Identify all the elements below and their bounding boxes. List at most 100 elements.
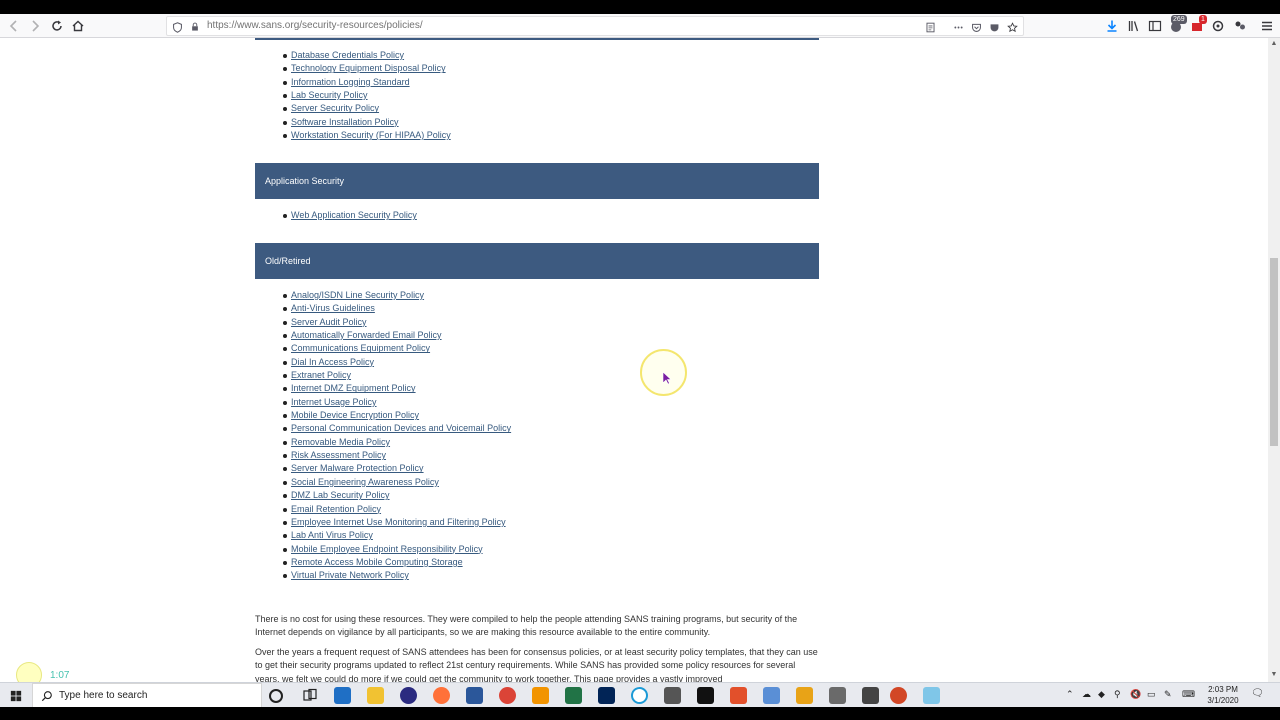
- clock-time[interactable]: 2:03 PM: [1203, 685, 1243, 694]
- volume-muted-icon[interactable]: 🔇: [1130, 689, 1141, 700]
- policy-link[interactable]: Email Retention Policy: [291, 504, 381, 514]
- windows-taskbar: Type here to search ⌃ ☁ ◆ ⚲ 🔇 ▭ ✎ ⌨ 2:03: [0, 682, 1280, 708]
- taskbar-app-icon-10[interactable]: [923, 687, 940, 704]
- tray-expand-icon[interactable]: ⌃: [1066, 689, 1074, 700]
- list-item: DMZ Lab Security Policy: [282, 489, 511, 502]
- recorder-time: 1:07: [50, 670, 70, 681]
- policy-link[interactable]: Information Logging Standard: [291, 77, 410, 87]
- policy-link[interactable]: Extranet Policy: [291, 370, 351, 380]
- mouse-cursor-icon: [662, 371, 672, 385]
- policy-link[interactable]: Lab Anti Virus Policy: [291, 530, 373, 540]
- powerpoint-icon[interactable]: [890, 687, 907, 704]
- policy-link[interactable]: Software Installation Policy: [291, 117, 399, 127]
- taskbar-app-icon-4[interactable]: [664, 687, 681, 704]
- pocket-save-icon[interactable]: [987, 20, 1001, 34]
- list-item: Analog/ISDN Line Security Policy: [282, 289, 511, 302]
- network-icon[interactable]: ▭: [1147, 689, 1156, 700]
- sidebar-icon[interactable]: [1145, 16, 1165, 36]
- extension-people-icon[interactable]: [1230, 16, 1250, 36]
- pen-icon[interactable]: ✎: [1164, 689, 1172, 700]
- page-actions-icon[interactable]: [951, 20, 965, 34]
- notifications-icon[interactable]: 🗨: [1251, 688, 1264, 699]
- policy-link[interactable]: Workstation Security (For HIPAA) Policy: [291, 130, 451, 140]
- taskbar-app-icon-6[interactable]: [763, 687, 780, 704]
- terminal-icon[interactable]: [697, 687, 714, 704]
- list-item: Anti-Virus Guidelines: [282, 302, 511, 315]
- list-item: Personal Communication Devices and Voice…: [282, 422, 511, 435]
- url-bar[interactable]: https://www.sans.org/security-resources/…: [166, 16, 1024, 36]
- policy-link[interactable]: Removable Media Policy: [291, 437, 390, 447]
- chrome-icon[interactable]: [499, 687, 516, 704]
- policy-link[interactable]: Personal Communication Devices and Voice…: [291, 423, 511, 433]
- taskbar-app-icon-5[interactable]: [730, 687, 747, 704]
- extension-red-badge: 1: [1199, 15, 1207, 24]
- policy-link[interactable]: Mobile Device Encryption Policy: [291, 410, 419, 420]
- policy-link[interactable]: Automatically Forwarded Email Policy: [291, 330, 442, 340]
- taskbar-app-icon-9[interactable]: [862, 687, 879, 704]
- pocket-icon[interactable]: [969, 20, 983, 34]
- powershell-icon[interactable]: [598, 687, 615, 704]
- taskbar-app-icon-1[interactable]: [334, 687, 351, 704]
- list-item: Extranet Policy: [282, 369, 511, 382]
- taskbar-app-icon-7[interactable]: [796, 687, 813, 704]
- forward-icon[interactable]: [25, 16, 45, 36]
- policy-link[interactable]: Server Security Policy: [291, 103, 379, 113]
- excel-icon[interactable]: [565, 687, 582, 704]
- scroll-up-icon[interactable]: ▲: [1270, 40, 1278, 48]
- policy-link[interactable]: Technology Equipment Disposal Policy: [291, 63, 446, 73]
- policy-link[interactable]: Social Engineering Awareness Policy: [291, 477, 439, 487]
- scroll-down-icon[interactable]: ▼: [1270, 671, 1278, 679]
- policy-link[interactable]: Anti-Virus Guidelines: [291, 303, 375, 313]
- policy-link[interactable]: Database Credentials Policy: [291, 50, 404, 60]
- menu-hamburger-icon[interactable]: [1257, 16, 1277, 36]
- list-item: Server Audit Policy: [282, 316, 511, 329]
- reader-view-icon[interactable]: [923, 20, 937, 34]
- library-icon[interactable]: [1124, 16, 1144, 36]
- taskbar-app-icon-8[interactable]: [829, 687, 846, 704]
- policy-link[interactable]: Lab Security Policy: [291, 90, 368, 100]
- url-text[interactable]: https://www.sans.org/security-resources/…: [207, 20, 423, 31]
- taskbar-app-icon-3[interactable]: [631, 687, 648, 704]
- cortana-icon[interactable]: [269, 689, 283, 703]
- policy-link[interactable]: Mobile Employee Endpoint Responsibility …: [291, 544, 483, 554]
- taskbar-app-icon-2[interactable]: [532, 687, 549, 704]
- taskbar-search-box[interactable]: Type here to search: [32, 683, 262, 708]
- extension-circle-icon[interactable]: [1208, 16, 1228, 36]
- policy-link[interactable]: Internet Usage Policy: [291, 397, 377, 407]
- policy-link[interactable]: DMZ Lab Security Policy: [291, 490, 390, 500]
- policy-link[interactable]: Dial In Access Policy: [291, 357, 374, 367]
- policy-link[interactable]: Analog/ISDN Line Security Policy: [291, 290, 424, 300]
- page-scrollbar[interactable]: ▲ ▼: [1268, 38, 1280, 682]
- dropbox-icon[interactable]: ◆: [1098, 689, 1105, 700]
- reload-icon[interactable]: [47, 16, 67, 36]
- tracking-shield-icon[interactable]: [170, 20, 184, 34]
- policy-link[interactable]: Server Malware Protection Policy: [291, 463, 424, 473]
- onedrive-icon[interactable]: ☁: [1082, 689, 1091, 700]
- lock-icon[interactable]: [188, 20, 202, 34]
- back-icon[interactable]: [4, 16, 24, 36]
- policy-link[interactable]: Virtual Private Network Policy: [291, 570, 409, 580]
- policy-link[interactable]: Server Audit Policy: [291, 317, 367, 327]
- section-title: Application Security: [265, 176, 345, 186]
- home-icon[interactable]: [68, 16, 88, 36]
- task-view-icon[interactable]: [301, 687, 318, 704]
- list-item: Technology Equipment Disposal Policy: [283, 62, 451, 75]
- info-app-icon[interactable]: [400, 687, 417, 704]
- search-icon: [41, 691, 52, 702]
- keyboard-icon[interactable]: ⌨: [1182, 689, 1195, 700]
- word-icon[interactable]: [466, 687, 483, 704]
- windows-start-icon[interactable]: [0, 683, 32, 708]
- tray-search-icon[interactable]: ⚲: [1114, 689, 1121, 700]
- policy-link[interactable]: Internet DMZ Equipment Policy: [291, 383, 416, 393]
- policy-link[interactable]: Risk Assessment Policy: [291, 450, 386, 460]
- scroll-thumb[interactable]: [1270, 258, 1278, 446]
- policy-link[interactable]: Remote Access Mobile Computing Storage: [291, 557, 463, 567]
- downloads-icon[interactable]: [1102, 16, 1122, 36]
- file-explorer-icon[interactable]: [367, 687, 384, 704]
- firefox-icon[interactable]: [433, 687, 450, 704]
- bookmark-star-icon[interactable]: [1005, 20, 1019, 34]
- policy-link[interactable]: Web Application Security Policy: [291, 210, 417, 220]
- policy-link[interactable]: Employee Internet Use Monitoring and Fil…: [291, 517, 506, 527]
- clock-date[interactable]: 3/1/2020: [1203, 696, 1243, 705]
- policy-link[interactable]: Communications Equipment Policy: [291, 343, 430, 353]
